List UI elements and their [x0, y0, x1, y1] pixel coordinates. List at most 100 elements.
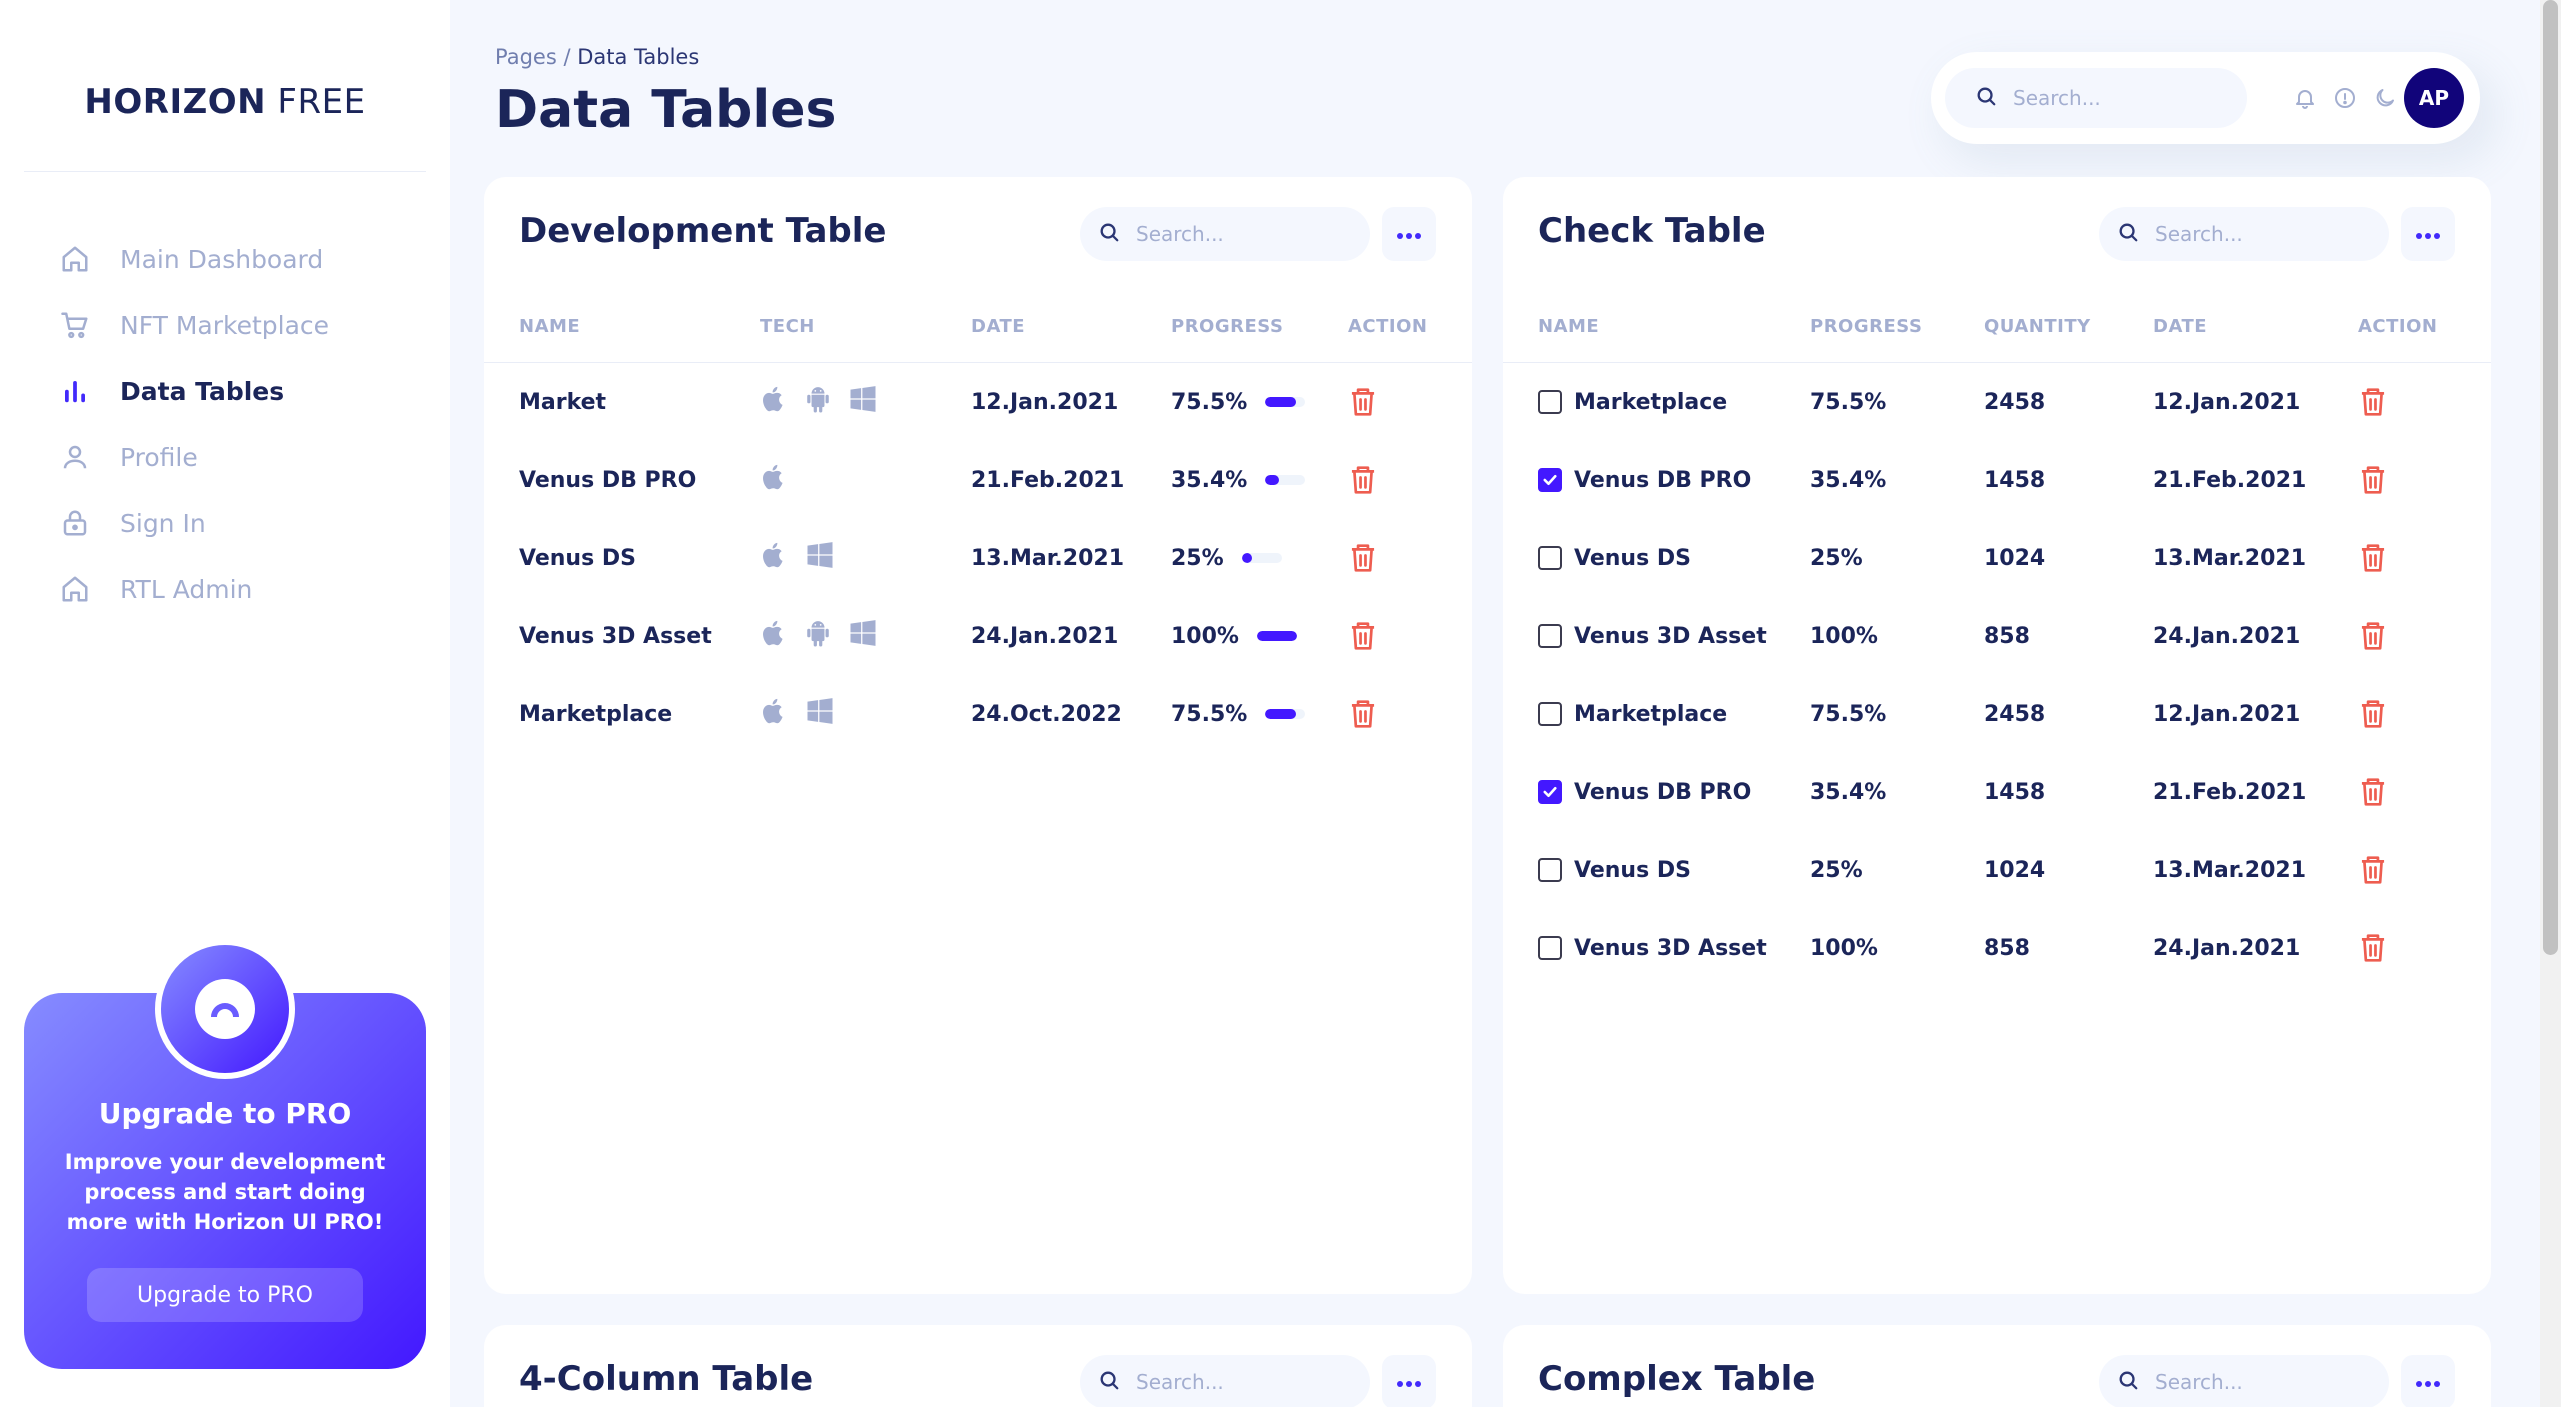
more-options-button[interactable]	[1382, 207, 1436, 261]
header-toolbar: AP	[1931, 52, 2480, 144]
trash-icon[interactable]	[2358, 776, 2388, 808]
search-input[interactable]	[1136, 222, 1336, 246]
trash-icon[interactable]	[2358, 698, 2388, 730]
row-checkbox[interactable]	[1538, 936, 1562, 960]
column-header-progress[interactable]: PROGRESS	[1171, 316, 1283, 337]
column-header-name[interactable]: NAME	[1538, 316, 1599, 337]
breadcrumb: Pages / Data Tables	[495, 45, 699, 69]
progress-text: 75.5%	[1171, 701, 1248, 727]
column-header-action[interactable]: ACTION	[1348, 316, 1427, 337]
sidebar-item-main-dashboard[interactable]: Main Dashboard	[0, 226, 450, 292]
sidebar-divider	[24, 171, 426, 172]
more-options-button[interactable]	[1382, 1355, 1436, 1407]
table-row: Venus DS 25% 1024 13.Mar.2021	[1503, 831, 2491, 909]
row-name: Venus 3D Asset	[1538, 597, 1767, 675]
row-name: Venus DB PRO	[519, 467, 697, 493]
row-date: 13.Mar.2021	[2153, 857, 2307, 883]
column-header-quantity[interactable]: QUANTITY	[1984, 316, 2091, 337]
trash-icon[interactable]	[2358, 932, 2388, 964]
search-input[interactable]	[2155, 222, 2355, 246]
development-table-card: Development Table NAME TECH DATE PROGRES…	[484, 177, 1472, 1294]
row-date: 21.Feb.2021	[2153, 779, 2307, 805]
trash-icon[interactable]	[2358, 542, 2388, 574]
progress-bar-fill	[1241, 553, 1252, 563]
row-checkbox[interactable]	[1538, 390, 1562, 414]
brand-logo[interactable]: HORIZON FREE	[0, 82, 450, 122]
row-progress: 75.5%	[1171, 675, 1306, 753]
row-progress: 35.4%	[1810, 779, 1887, 805]
sidebar-item-label: Sign In	[120, 508, 206, 538]
column-header-tech[interactable]: TECH	[760, 316, 815, 337]
avatar[interactable]: AP	[2404, 68, 2464, 128]
row-progress: 75.5%	[1810, 701, 1887, 727]
row-date: 13.Mar.2021	[971, 545, 1125, 571]
row-action	[1348, 597, 1378, 675]
search-input[interactable]	[2155, 1370, 2355, 1394]
search-icon	[1098, 1369, 1120, 1395]
table-row: Venus 3D Asset 100% 858 24.Jan.2021	[1503, 597, 2491, 675]
row-quantity: 1024	[1984, 545, 2046, 571]
row-checkbox[interactable]	[1538, 468, 1562, 492]
row-checkbox[interactable]	[1538, 546, 1562, 570]
row-tech	[760, 597, 878, 675]
row-checkbox[interactable]	[1538, 702, 1562, 726]
row-progress: 100%	[1810, 935, 1878, 961]
breadcrumb-parent[interactable]: Pages	[495, 45, 557, 69]
column-header-name[interactable]: NAME	[519, 316, 580, 337]
sidebar-item-profile[interactable]: Profile	[0, 424, 450, 490]
table-row: Marketplace 75.5% 2458 12.Jan.2021	[1503, 363, 2491, 441]
info-icon[interactable]	[2331, 84, 2359, 112]
trash-icon[interactable]	[1348, 386, 1378, 418]
apple-icon	[760, 462, 788, 498]
progress-bar	[1265, 709, 1306, 719]
row-checkbox[interactable]	[1538, 780, 1562, 804]
row-action	[2358, 441, 2388, 519]
row-checkbox[interactable]	[1538, 858, 1562, 882]
column-header-date[interactable]: DATE	[971, 316, 1025, 337]
row-date: 12.Jan.2021	[2153, 701, 2301, 727]
scrollbar-thumb[interactable]	[2543, 0, 2558, 955]
row-progress: 25%	[1810, 545, 1863, 571]
trash-icon[interactable]	[2358, 386, 2388, 418]
search-input[interactable]	[2013, 86, 2213, 110]
bell-icon[interactable]	[2291, 84, 2319, 112]
sidebar: HORIZON FREE Main Dashboard NFT Marketpl…	[0, 0, 450, 1407]
row-action	[2358, 675, 2388, 753]
table-row: Venus DB PRO 21.Feb.2021 35.4%	[484, 441, 1472, 519]
page-scrollbar[interactable]	[2540, 0, 2561, 1407]
trash-icon[interactable]	[1348, 464, 1378, 496]
column-header-progress[interactable]: PROGRESS	[1810, 316, 1922, 337]
row-name-text: Venus 3D Asset	[1574, 623, 1767, 649]
moon-icon[interactable]	[2371, 84, 2399, 112]
trash-icon[interactable]	[2358, 620, 2388, 652]
sidebar-item-nft-marketplace[interactable]: NFT Marketplace	[0, 292, 450, 358]
apple-icon	[760, 384, 788, 420]
trash-icon[interactable]	[2358, 854, 2388, 886]
brand-light: FREE	[277, 82, 366, 122]
row-checkbox[interactable]	[1538, 624, 1562, 648]
more-options-button[interactable]	[2401, 207, 2455, 261]
row-name: Marketplace	[1538, 675, 1727, 753]
row-tech	[760, 441, 788, 519]
row-date: 12.Jan.2021	[2153, 389, 2301, 415]
sidebar-item-data-tables[interactable]: Data Tables	[0, 358, 450, 424]
bar-chart-icon	[60, 376, 90, 406]
trash-icon[interactable]	[1348, 542, 1378, 574]
trash-icon[interactable]	[2358, 464, 2388, 496]
search-input[interactable]	[1136, 1370, 1336, 1394]
sidebar-item-sign-in[interactable]: Sign In	[0, 490, 450, 556]
upgrade-button[interactable]: Upgrade to PRO	[87, 1268, 363, 1322]
row-date: 21.Feb.2021	[971, 467, 1125, 493]
row-date: 12.Jan.2021	[971, 389, 1119, 415]
sidebar-item-rtl-admin[interactable]: RTL Admin	[0, 556, 450, 622]
progress-text: 35.4%	[1171, 467, 1248, 493]
table-search	[1080, 1355, 1370, 1407]
trash-icon[interactable]	[1348, 620, 1378, 652]
breadcrumb-current[interactable]: Data Tables	[577, 45, 699, 69]
more-options-button[interactable]	[2401, 1355, 2455, 1407]
column-header-date[interactable]: DATE	[2153, 316, 2207, 337]
table-row: Market 12.Jan.2021 75.5%	[484, 363, 1472, 441]
column-header-action[interactable]: ACTION	[2358, 316, 2437, 337]
trash-icon[interactable]	[1348, 698, 1378, 730]
row-date: 24.Oct.2022	[971, 701, 1122, 727]
